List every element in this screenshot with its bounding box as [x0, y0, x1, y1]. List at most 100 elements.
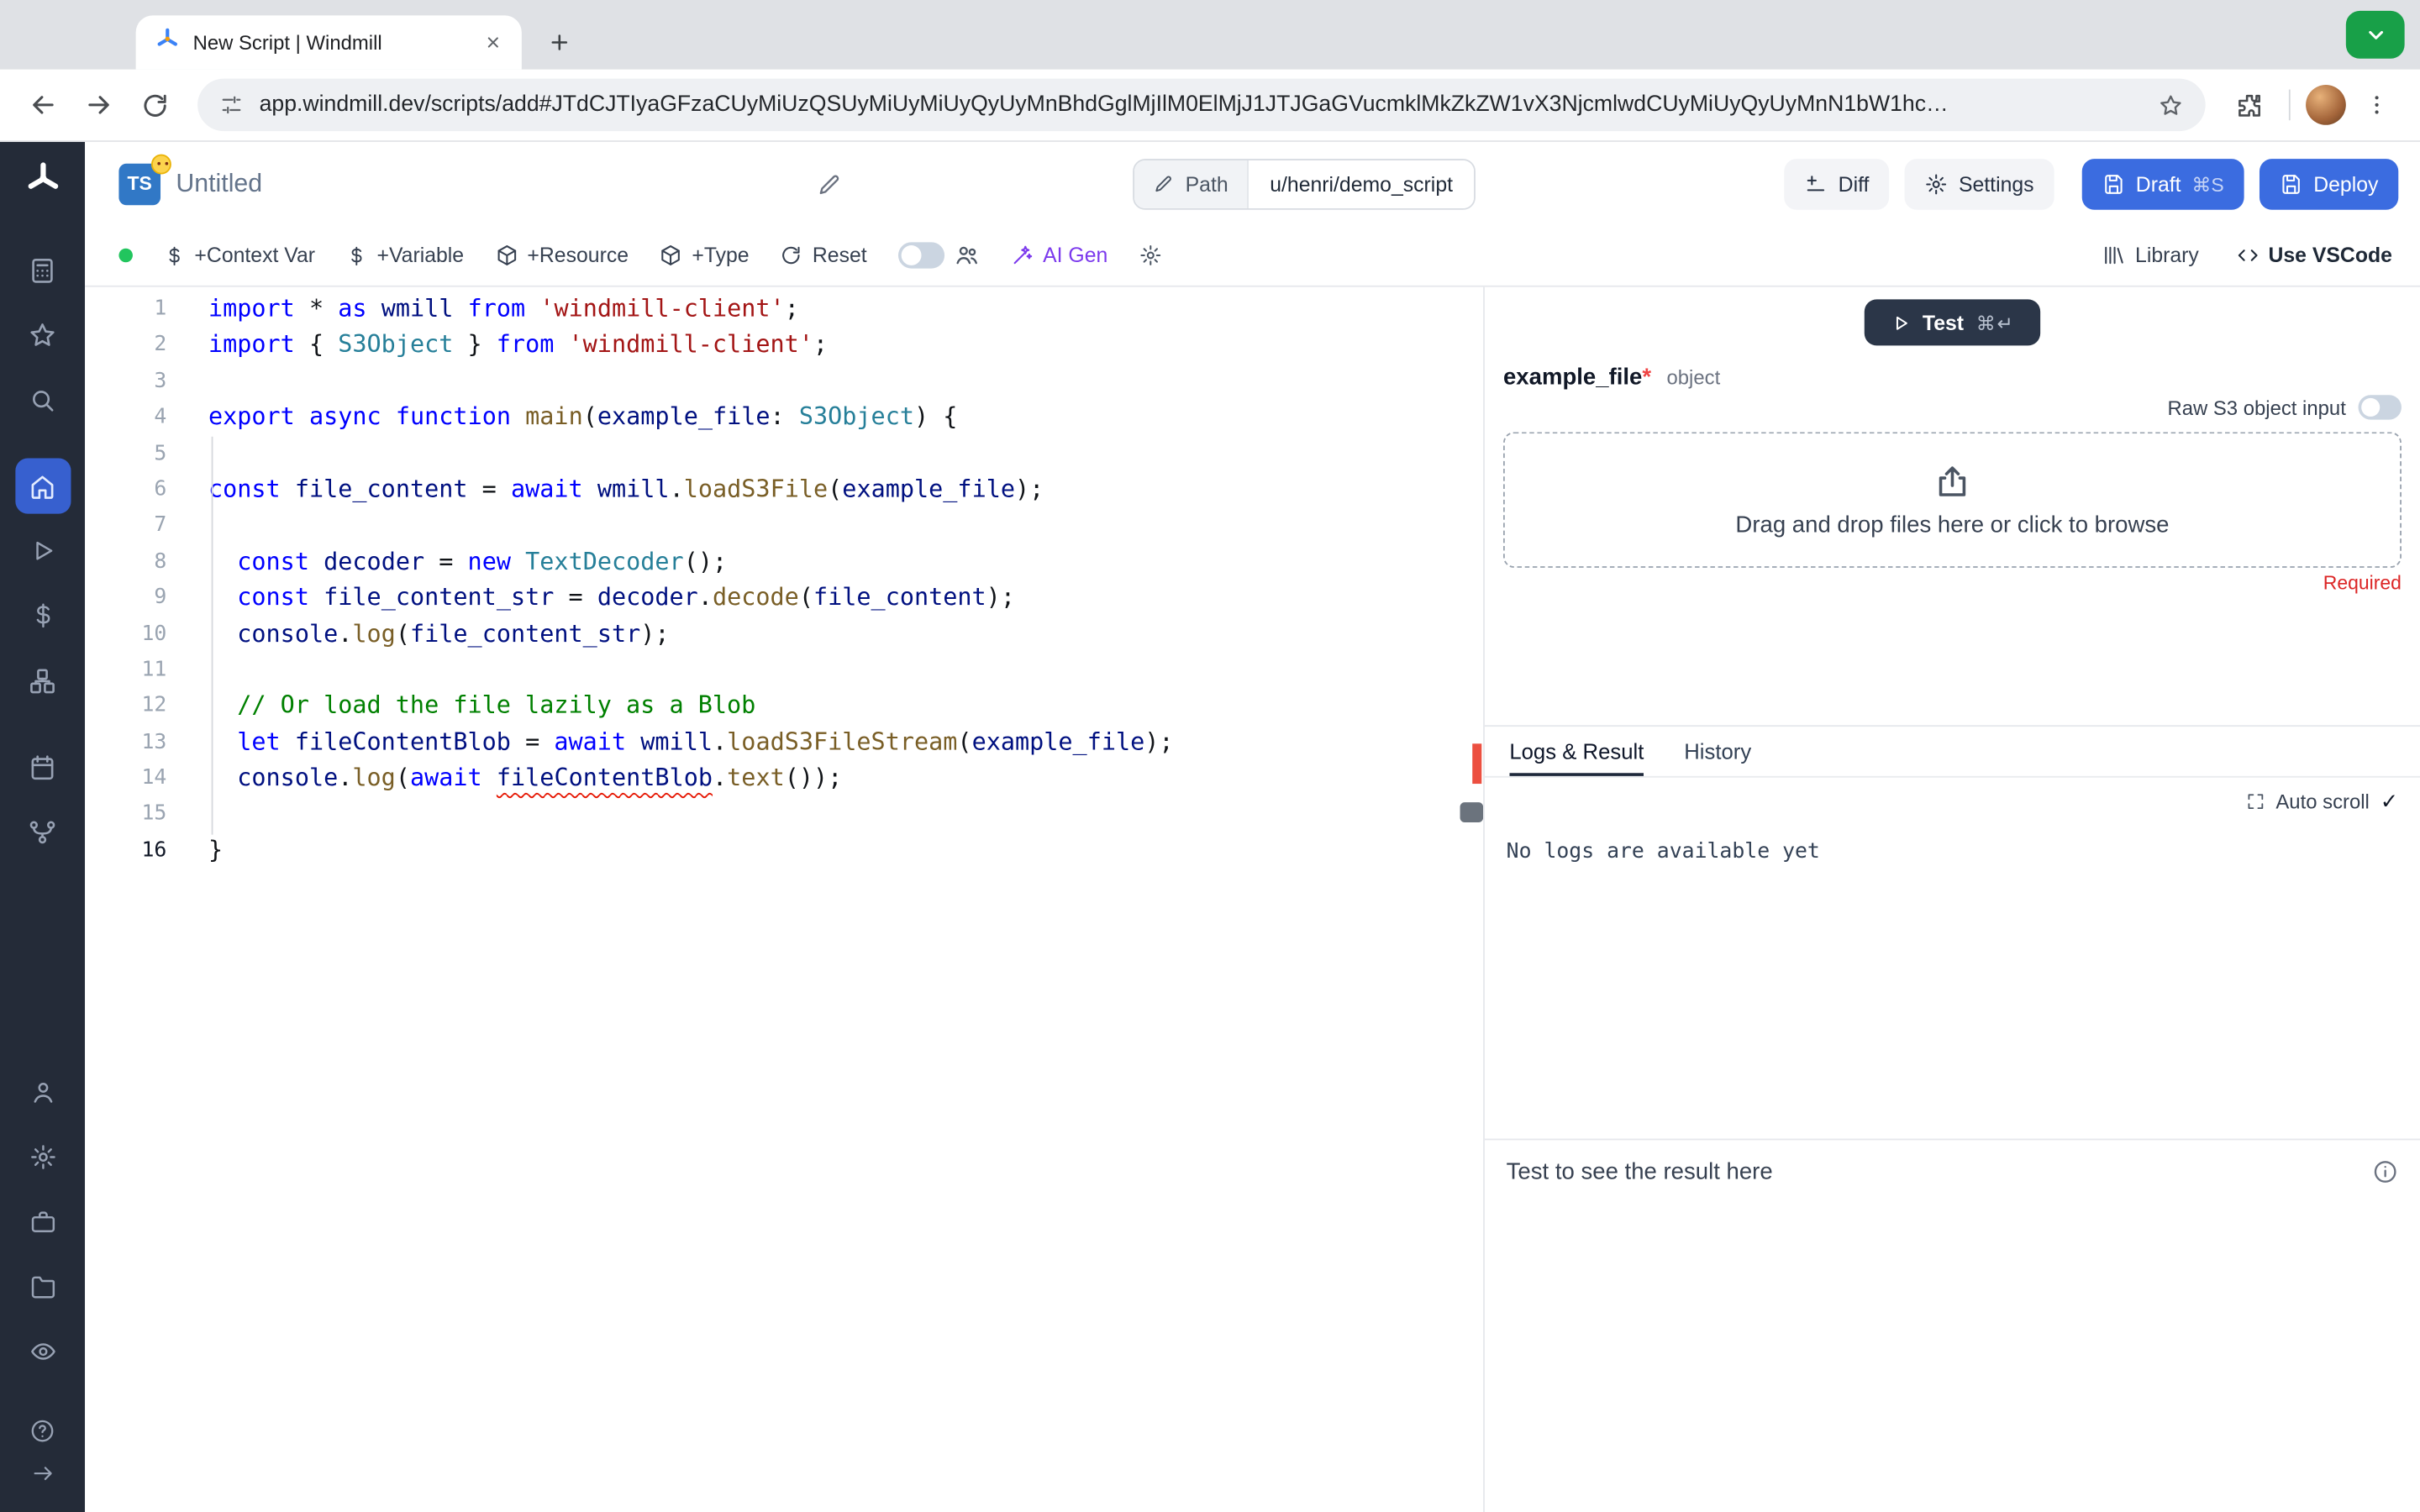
collab-toggle[interactable] — [897, 242, 944, 269]
settings-button[interactable]: Settings — [1904, 158, 2054, 209]
auto-scroll-row: Auto scroll ✓ — [1485, 778, 2420, 815]
diff-button[interactable]: Diff — [1784, 158, 1890, 209]
code-line[interactable] — [208, 364, 1483, 400]
green-dropdown-button[interactable] — [2345, 10, 2405, 59]
line-number: 6 — [154, 476, 167, 501]
extensions-puzzle-icon[interactable] — [2224, 81, 2274, 130]
line-number: 1 — [154, 296, 167, 322]
sidebar-item-resources[interactable] — [14, 653, 70, 708]
typescript-badge[interactable]: TS — [118, 153, 171, 205]
path-group[interactable]: Path u/henri/demo_script — [1133, 158, 1476, 209]
deploy-button[interactable]: Deploy — [2259, 158, 2399, 209]
sidebar-item-settings[interactable] — [14, 1129, 70, 1184]
windmill-logo-icon[interactable] — [24, 160, 60, 205]
url-text: app.windmill.dev/scripts/add#JTdCJTIyaGF… — [259, 92, 1949, 118]
sidebar-item-home[interactable] — [14, 458, 71, 514]
code-line[interactable]: const decoder = new TextDecoder(); — [208, 544, 1483, 580]
right-panel: Test ⌘↵ example_file * object Raw S3 obj… — [1484, 287, 2420, 1512]
menu-dots-icon[interactable] — [2352, 81, 2402, 130]
sidebar-collapse-arrow-icon[interactable] — [19, 1453, 66, 1494]
windmill-app: TS Untitled Path u/henri/demo_script Dif… — [0, 141, 2420, 1512]
tab-logs-result[interactable]: Logs & Result — [1509, 727, 1644, 776]
sidebar-item-apps[interactable] — [14, 242, 70, 297]
code-area[interactable]: import * as wmill from 'windmill-client'… — [208, 287, 1483, 1512]
line-number: 8 — [154, 549, 167, 574]
code-line[interactable]: // Or load the file lazily as a Blob — [208, 689, 1483, 725]
tab-close-icon[interactable] — [478, 29, 506, 56]
line-number: 13 — [141, 729, 167, 754]
add-resource-button[interactable]: +Resource — [495, 244, 629, 267]
code-line[interactable] — [208, 436, 1483, 472]
sidebar-item-favorites[interactable] — [14, 307, 70, 363]
code-line[interactable]: export async function main(example_file:… — [208, 400, 1483, 436]
auto-scroll-label[interactable]: Auto scroll — [2275, 790, 2369, 813]
sidebar-item-user[interactable] — [14, 1064, 70, 1120]
script-title-input[interactable]: Untitled — [176, 169, 801, 198]
code-line[interactable] — [208, 653, 1483, 689]
expand-icon[interactable] — [2245, 791, 2265, 811]
test-shortcut: ⌘↵ — [1975, 312, 2015, 334]
path-button[interactable]: Path — [1134, 160, 1247, 208]
sidebar-item-flows[interactable] — [14, 804, 70, 859]
main-column: TS Untitled Path u/henri/demo_script Dif… — [85, 142, 2420, 1512]
use-vscode-button[interactable]: Use VSCode — [2236, 244, 2392, 267]
sidebar-item-runs[interactable] — [14, 523, 70, 579]
ai-gen-button[interactable]: AI Gen — [1011, 244, 1107, 267]
tab-history[interactable]: History — [1684, 727, 1751, 776]
forward-icon[interactable] — [74, 81, 124, 130]
code-line[interactable] — [208, 797, 1483, 833]
line-number: 11 — [141, 657, 167, 682]
info-icon[interactable] — [2372, 1158, 2398, 1184]
code-line[interactable]: const file_content_str = decoder.decode(… — [208, 580, 1483, 617]
browser-tab[interactable]: New Script | Windmill — [135, 15, 522, 70]
indent-guide — [211, 436, 213, 835]
deploy-label: Deploy — [2313, 171, 2379, 196]
argument-type: object — [1666, 365, 1721, 389]
reload-icon[interactable] — [129, 81, 179, 130]
back-icon[interactable] — [18, 81, 68, 130]
raw-s3-toggle[interactable] — [2358, 395, 2402, 420]
result-placeholder: Test to see the result here — [1506, 1158, 1773, 1185]
browser-toolbar: app.windmill.dev/scripts/add#JTdCJTIyaGF… — [0, 69, 2420, 142]
add-variable-button[interactable]: +Variable — [346, 244, 464, 267]
auto-scroll-checkmark-icon[interactable]: ✓ — [2381, 789, 2399, 815]
sidebar-item-workers[interactable] — [14, 1194, 70, 1250]
library-button[interactable]: Library — [2102, 244, 2199, 267]
code-line[interactable]: import * as wmill from 'windmill-client'… — [208, 291, 1483, 328]
code-line[interactable]: let fileContentBlob = await wmill.loadS3… — [208, 725, 1483, 761]
sidebar-item-search[interactable] — [14, 372, 70, 428]
test-label: Test — [1922, 311, 1965, 334]
sidebar-item-schedules[interactable] — [14, 739, 70, 795]
profile-avatar[interactable] — [2306, 85, 2346, 125]
code-line[interactable]: console.log(file_content_str); — [208, 617, 1483, 653]
sidebar-item-folders[interactable] — [14, 1259, 70, 1315]
sidebar-item-help[interactable] — [19, 1410, 66, 1451]
url-bar[interactable]: app.windmill.dev/scripts/add#JTdCJTIyaGF… — [197, 78, 2206, 132]
draft-button[interactable]: Draft ⌘S — [2081, 158, 2244, 209]
sidebar-item-audit-logs[interactable] — [14, 1324, 70, 1379]
app-sidebar — [0, 141, 86, 1512]
edit-title-pencil-icon[interactable] — [817, 171, 843, 197]
code-line[interactable]: console.log(await fileContentBlob.text()… — [208, 761, 1483, 797]
code-line[interactable]: const file_content = await wmill.loadS3F… — [208, 472, 1483, 508]
file-dropzone[interactable]: Drag and drop files here or click to bro… — [1502, 432, 2402, 568]
raw-s3-label: Raw S3 object input — [2167, 396, 2346, 419]
code-line[interactable] — [208, 508, 1483, 544]
add-context-var-button[interactable]: +Context Var — [164, 244, 315, 267]
path-value[interactable]: u/henri/demo_script — [1246, 160, 1475, 208]
dropzone-text: Drag and drop files here or click to bro… — [1735, 512, 2170, 539]
test-button[interactable]: Test ⌘↵ — [1864, 299, 2041, 346]
line-number: 3 — [154, 368, 167, 393]
editor-settings-gear-icon[interactable] — [1139, 244, 1162, 267]
code-line[interactable]: import { S3Object } from 'windmill-clien… — [208, 328, 1483, 364]
site-info-icon[interactable] — [219, 92, 244, 117]
code-editor[interactable]: 1 2 3 4 5 6 7 8 9 10 11 12 13 14 15 16 import * as wmil… — [85, 286, 1485, 1512]
logs-empty-text: No logs are available yet — [1506, 839, 1820, 864]
add-type-button[interactable]: +Type — [660, 244, 750, 267]
bookmark-star-icon[interactable] — [2158, 92, 2184, 118]
reset-button[interactable]: Reset — [780, 244, 867, 267]
code-line[interactable]: } — [208, 833, 1483, 869]
editor-toolbar: +Context Var +Variable +Resource +Type R… — [85, 225, 2420, 287]
new-tab-button[interactable] — [537, 20, 580, 63]
sidebar-item-variables[interactable] — [14, 588, 70, 643]
